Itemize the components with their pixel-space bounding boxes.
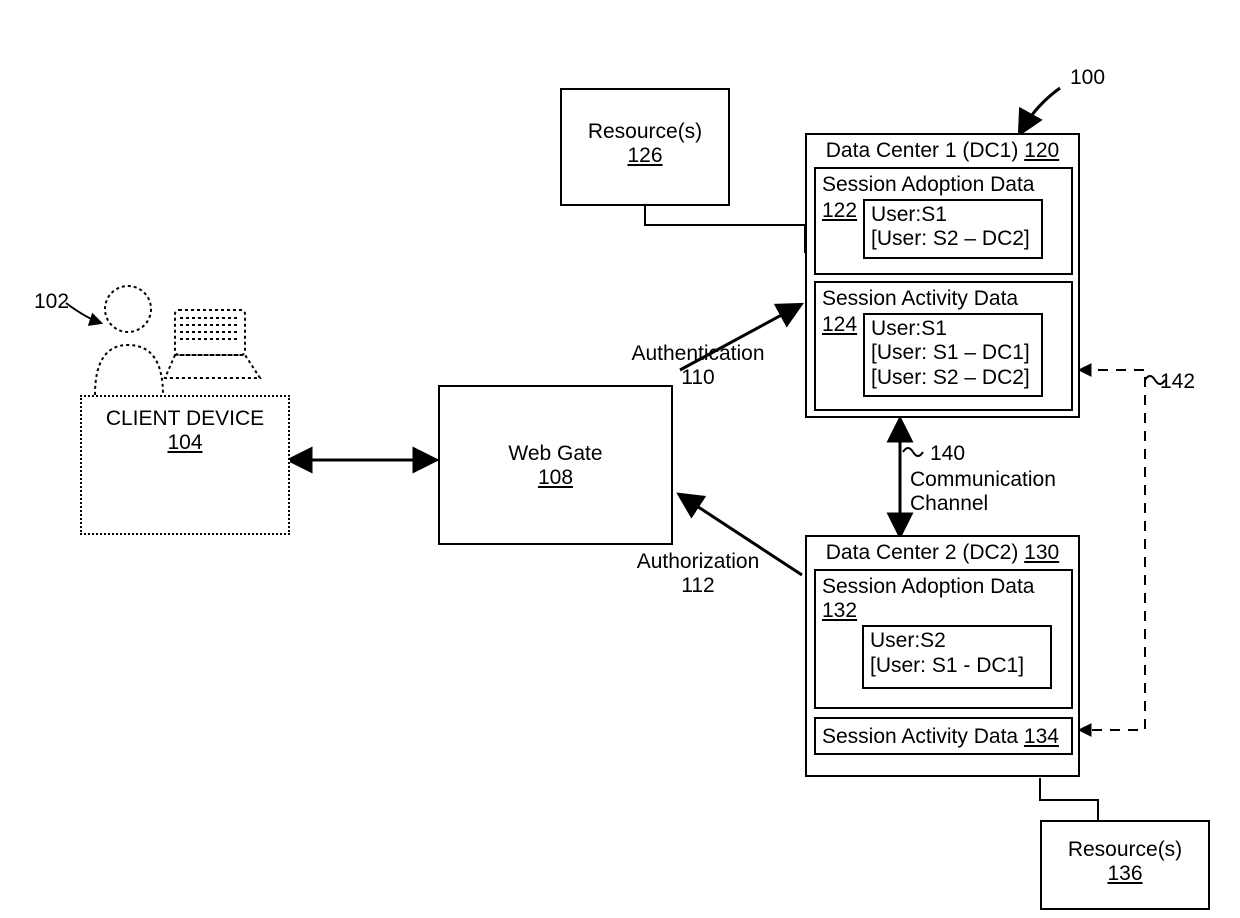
ref-102: 102 bbox=[34, 290, 69, 314]
dc2-activity-num: 134 bbox=[1024, 725, 1059, 748]
dc2-adoption-num: 132 bbox=[822, 599, 1065, 623]
resources-bottom-box: Resource(s)136 bbox=[1040, 820, 1210, 910]
client-device-box: CLIENT DEVICE104 bbox=[80, 395, 290, 535]
web-gate-box: Web Gate108 bbox=[438, 385, 673, 545]
resources-top-label: Resource(s)126 bbox=[562, 120, 728, 168]
dc1-activity-items: User:S1 [User: S1 – DC1] [User: S2 – DC2… bbox=[863, 313, 1043, 397]
dc1-title: Data Center 1 (DC1) 120 bbox=[811, 139, 1074, 163]
dc1-adoption-label: Session Adoption Data bbox=[822, 173, 1065, 197]
user-icon bbox=[95, 286, 260, 395]
dc2-activity-box: Session Activity Data 134 bbox=[814, 717, 1073, 755]
dc2-activity-label: Session Activity Data bbox=[822, 725, 1024, 748]
resources-top-box: Resource(s)126 bbox=[560, 88, 730, 206]
dc1-adoption-num: 122 bbox=[822, 199, 857, 223]
dc2-box: Data Center 2 (DC2) 130 Session Adoption… bbox=[805, 535, 1080, 777]
dc1-activity-label: Session Activity Data bbox=[822, 287, 1065, 311]
ref-100: 100 bbox=[1070, 66, 1105, 90]
label-comm-channel: CommunicationChannel bbox=[910, 468, 1070, 516]
dc1-adoption-items: User:S1 [User: S2 – DC2] bbox=[863, 199, 1043, 259]
dc1-activity-num: 124 bbox=[822, 313, 857, 337]
ref-142: 142 bbox=[1160, 370, 1195, 394]
dc2-title: Data Center 2 (DC2) 130 bbox=[811, 541, 1074, 565]
label-authorization: Authorization112 bbox=[618, 550, 778, 598]
dc2-adoption-box: Session Adoption Data 132 User:S2 [User:… bbox=[814, 569, 1073, 709]
client-device-label: CLIENT DEVICE104 bbox=[82, 407, 288, 455]
label-authentication: Authentication110 bbox=[618, 342, 778, 390]
dc1-box: Data Center 1 (DC1) 120 Session Adoption… bbox=[805, 133, 1080, 418]
resources-bottom-label: Resource(s)136 bbox=[1042, 838, 1208, 886]
dc2-adoption-items: User:S2 [User: S1 - DC1] bbox=[862, 625, 1052, 689]
dc2-adoption-label: Session Adoption Data bbox=[822, 575, 1065, 599]
dc1-activity-box: Session Activity Data 124 User:S1 [User:… bbox=[814, 281, 1073, 411]
dc1-adoption-box: Session Adoption Data 122 User:S1 [User:… bbox=[814, 167, 1073, 275]
ref-140: 140 bbox=[930, 442, 965, 466]
web-gate-label: Web Gate108 bbox=[440, 442, 671, 490]
